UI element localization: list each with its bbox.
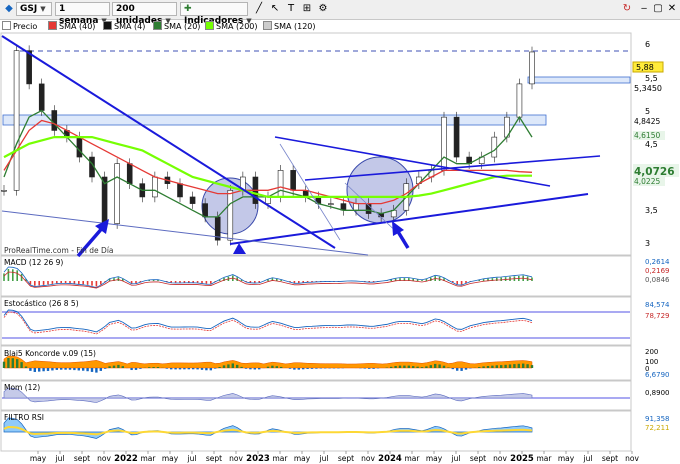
rsi-panel (0, 410, 632, 452)
time-axis-label: mar (537, 454, 553, 463)
zone-box-4-85[interactable] (2, 114, 547, 126)
time-axis-label: nov (229, 454, 243, 463)
konc-value: 6,6790 (645, 371, 670, 379)
time-axis-label: 2022 (114, 454, 138, 464)
candle (26, 50, 32, 85)
price-tick-label: 5,5 (645, 74, 658, 83)
candle (1, 190, 7, 192)
candle (516, 83, 523, 118)
price-tick-label: 5 (645, 107, 650, 116)
candle (290, 170, 296, 191)
time-axis-label: nov (625, 454, 639, 463)
time-axis-label: may (162, 454, 179, 463)
candle (529, 51, 535, 85)
candle (177, 183, 183, 198)
time-axis-label: sept (206, 454, 222, 463)
time-axis-label: jul (319, 454, 329, 463)
last-price-label: 5,88 (636, 63, 654, 72)
macd-panel (0, 255, 632, 297)
time-axis-label: may (558, 454, 575, 463)
time-axis-label: may (30, 454, 47, 463)
price-tick-label: 6 (645, 40, 650, 49)
mom-value: 0,8900 (645, 389, 670, 397)
candle (453, 116, 460, 158)
time-axis: may jul sept nov 2022 mar may jul sept nov 2023 mar… (30, 451, 639, 464)
candle (227, 190, 234, 241)
macd-value: 0,0846 (645, 276, 670, 284)
rsi-panel-title: FILTRO RSI (4, 413, 44, 422)
rsi-value: 72,211 (645, 424, 670, 432)
time-axis-label: jul (55, 454, 65, 463)
chart-canvas: 6 5,5 5 4,5 4 3,5 3 5,88 5,3450 4,8425 4… (0, 32, 679, 464)
time-axis-label: mar (405, 454, 421, 463)
candle (13, 50, 20, 191)
time-axis-label: 2024 (378, 454, 402, 464)
time-axis-label: sept (74, 454, 90, 463)
stoch-value: 84,574 (645, 301, 670, 309)
macd-value: 0,2169 (645, 267, 670, 275)
candle (152, 176, 158, 198)
zone-box-5-5[interactable] (527, 76, 631, 84)
price-level-label: 4,0225 (634, 177, 660, 186)
price-level-label: 4,6150 (634, 131, 660, 140)
stoch-panel-title: Estocástico (26 8 5) (4, 299, 79, 308)
candle (328, 203, 334, 205)
konc-tick: 200 (645, 348, 658, 356)
candle (202, 203, 208, 218)
konc-panel-title: Blai5 Koncorde v.09 (15) (4, 349, 96, 358)
price-level-label: 4,8425 (634, 117, 660, 126)
rsi-value: 91,358 (645, 415, 670, 423)
time-axis-label: jul (451, 454, 461, 463)
price-level-label: 5,3450 (634, 84, 662, 93)
time-axis-label: may (294, 454, 311, 463)
price-tick-label: 4,5 (645, 140, 658, 149)
time-axis-label: sept (338, 454, 354, 463)
time-axis-label: mar (273, 454, 289, 463)
candle (277, 170, 284, 198)
candle (189, 196, 196, 204)
time-axis-label: mar (141, 454, 157, 463)
candle (51, 110, 58, 131)
candle (353, 203, 359, 211)
price-tick-label: 3,5 (645, 206, 658, 215)
candle (491, 136, 498, 158)
time-axis-label: sept (602, 454, 618, 463)
mom-panel (0, 380, 632, 411)
macd-panel-title: MACD (12 26 9) (4, 258, 63, 267)
time-axis-label: 2025 (510, 454, 534, 464)
time-axis-label: 2023 (246, 454, 270, 464)
macd-value: 0,2614 (645, 258, 670, 266)
mom-panel-title: Mom (12) (4, 383, 40, 392)
price-axis: 6 5,5 5 4,5 4 3,5 3 5,88 5,3450 4,8425 4… (632, 40, 679, 248)
price-tick-label: 3 (645, 239, 650, 248)
stoch-value: 78,729 (645, 312, 670, 320)
time-axis-label: sept (470, 454, 486, 463)
time-axis-label: may (426, 454, 443, 463)
time-axis-label: jul (187, 454, 197, 463)
candle (114, 163, 120, 224)
time-axis-label: nov (361, 454, 375, 463)
candle (76, 136, 83, 158)
time-axis-label: nov (493, 454, 507, 463)
watermark-text: ProRealTime.com - Fin de Día (4, 246, 114, 255)
candle (38, 83, 45, 111)
time-axis-label: jul (583, 454, 593, 463)
candle (441, 116, 447, 171)
time-axis-label: nov (97, 454, 111, 463)
candle (126, 163, 133, 184)
